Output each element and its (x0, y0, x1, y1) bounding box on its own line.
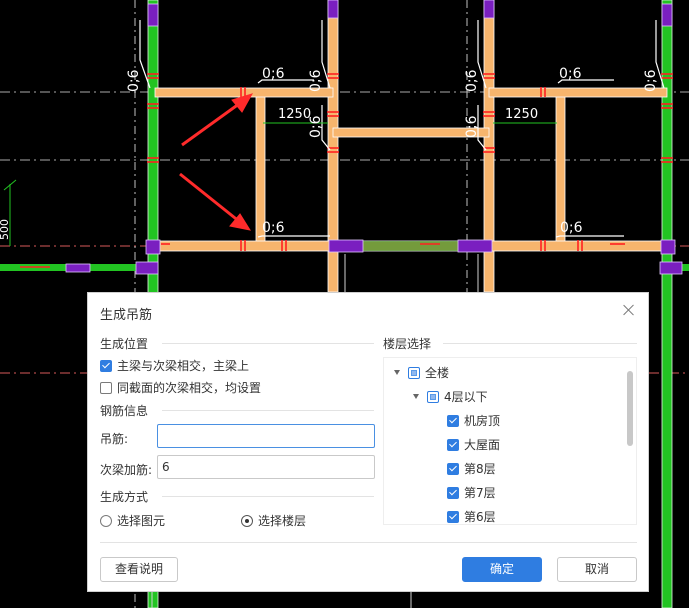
radio-select-element[interactable]: 选择图元 (100, 512, 165, 529)
anno-vert-2: 0;6 (308, 69, 324, 92)
hanger-input[interactable] (157, 424, 375, 448)
checkbox-checked-icon[interactable] (447, 438, 459, 451)
chevron-down-icon[interactable] (394, 370, 400, 375)
extra-rebar-label: 次梁加筋: (100, 463, 153, 477)
anno-top-left: 0;6 (262, 66, 285, 82)
section-method-title: 生成方式 (100, 490, 149, 504)
edge-dimension: 500 (0, 219, 11, 240)
anno-vert-6: 0;6 (464, 115, 480, 138)
checkbox-checked-icon[interactable] (447, 462, 459, 475)
help-button[interactable]: 查看说明 (100, 557, 178, 582)
tree-node-floor[interactable]: 第7层 (447, 484, 496, 501)
option-same-section[interactable]: 同截面的次梁相交，均设置 (100, 379, 261, 396)
dialog-title: 生成吊筋 (100, 308, 153, 323)
generate-hanger-dialog: 生成吊筋 生成位置 主梁与次梁相交，主梁上 同截面的次梁相交，均设置 钢筋信息 … (87, 292, 649, 592)
tree-node-floor[interactable]: 第6层 (447, 508, 496, 524)
option-main-secondary[interactable]: 主梁与次梁相交，主梁上 (100, 357, 249, 374)
checkbox-partial-icon[interactable] (408, 366, 420, 379)
checkbox-checked-icon[interactable] (100, 359, 112, 372)
anno-vert-3: 0;6 (464, 69, 480, 92)
checkbox-partial-icon[interactable] (427, 390, 439, 403)
tree-node-floor[interactable]: 机房顶 (447, 412, 500, 429)
checkbox-unchecked-icon[interactable] (100, 381, 112, 394)
anno-bottom-left: 0;6 (262, 220, 285, 236)
beam-horizontal-top-left[interactable] (154, 87, 334, 98)
anno-vert-4: 0;6 (643, 69, 659, 92)
tree-scrollbar[interactable] (627, 371, 633, 446)
floor-tree[interactable]: 全楼 4层以下 机房顶 大屋面 第8层 第7层 第6层 (383, 357, 637, 525)
dimension-right: 1250 (505, 107, 538, 122)
extra-rebar-input[interactable] (157, 455, 375, 479)
anno-bottom-right: 0;6 (560, 220, 583, 236)
radio-selected-icon[interactable] (241, 514, 253, 527)
section-position-title: 生成位置 (100, 337, 149, 351)
cancel-button[interactable]: 取消 (557, 557, 637, 582)
chevron-down-icon[interactable] (413, 394, 419, 399)
tree-node-all[interactable]: 全楼 (394, 364, 449, 381)
dimension-left: 1250 (278, 107, 311, 122)
radio-unselected-icon[interactable] (100, 514, 112, 527)
close-icon[interactable] (622, 303, 636, 317)
hanger-label: 吊筋: (100, 432, 129, 446)
floor-section-title: 楼层选择 (383, 337, 432, 351)
anno-vert-1: 0;6 (126, 69, 142, 92)
checkbox-checked-icon[interactable] (447, 486, 459, 499)
ok-button[interactable]: 确定 (462, 557, 542, 582)
tree-node-floor[interactable]: 大屋面 (447, 436, 500, 453)
radio-select-floor[interactable]: 选择楼层 (241, 512, 306, 529)
section-rebar-title: 钢筋信息 (100, 404, 149, 418)
checkbox-checked-icon[interactable] (447, 414, 459, 427)
checkbox-checked-icon[interactable] (447, 510, 459, 523)
anno-top-right: 0;6 (559, 66, 582, 82)
beam-horizontal-top-right[interactable] (488, 87, 668, 98)
tree-node-floor[interactable]: 第8层 (447, 460, 496, 477)
tree-node-group[interactable]: 4层以下 (413, 388, 488, 405)
red-arrow-icon (179, 93, 254, 231)
